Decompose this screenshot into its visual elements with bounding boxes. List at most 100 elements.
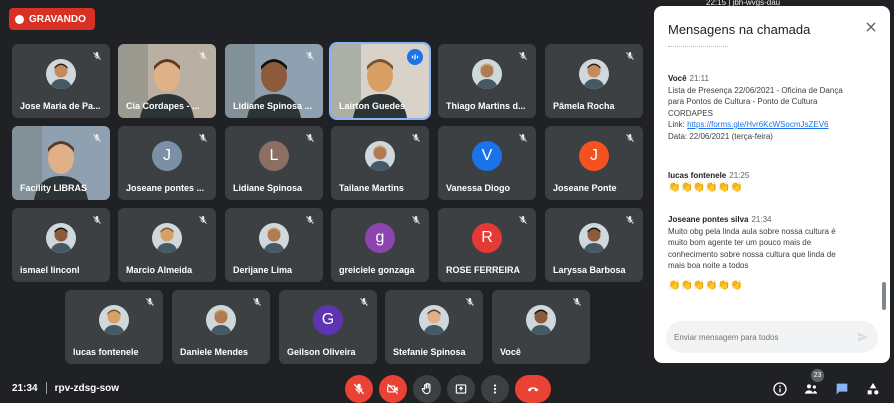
message-time: 21:25 bbox=[729, 171, 750, 180]
participant-tile[interactable]: lucas fontenele bbox=[65, 290, 163, 364]
participant-tile[interactable]: Facility LIBRAS bbox=[12, 126, 110, 200]
clap-emoji-row: 👏👏👏👏👏👏 bbox=[668, 181, 743, 193]
participant-tile[interactable]: G Geilson Oliveira bbox=[279, 290, 377, 364]
participant-name: Marcio Almeida bbox=[126, 265, 193, 275]
message-line: Lista de Presença 22/06/2021 - Oficina d… bbox=[668, 85, 843, 95]
mic-off-icon bbox=[197, 213, 209, 225]
chat-button[interactable] bbox=[833, 380, 851, 398]
participant-tile[interactable]: Thiago Martins d... bbox=[438, 44, 536, 118]
people-button[interactable] bbox=[802, 380, 820, 398]
chat-input[interactable] bbox=[674, 327, 849, 347]
mic-off-icon bbox=[624, 131, 636, 143]
participant-tile[interactable]: Você bbox=[492, 290, 590, 364]
more-options-button[interactable] bbox=[481, 375, 509, 403]
activities-button[interactable] bbox=[864, 380, 882, 398]
chat-scrollbar[interactable] bbox=[882, 282, 886, 310]
present-icon bbox=[455, 384, 467, 394]
end-call-icon bbox=[527, 387, 539, 392]
participant-tile[interactable]: g greiciele gonzaga bbox=[331, 208, 429, 282]
avatar-letter: J bbox=[579, 141, 609, 171]
participant-name: Lidiane Spinosa bbox=[233, 183, 303, 193]
participant-tile[interactable]: R ROSE FERREIRA bbox=[438, 208, 536, 282]
camera-toggle-button[interactable] bbox=[379, 375, 407, 403]
participant-name: Cia Cordapes - ... bbox=[126, 101, 200, 111]
participant-tile[interactable]: Cia Cordapes - ... bbox=[118, 44, 216, 118]
message-sender: Joseane pontes silva bbox=[668, 215, 749, 224]
avatar bbox=[419, 305, 449, 335]
present-button[interactable] bbox=[447, 375, 475, 403]
avatar-letter: g bbox=[365, 223, 395, 253]
mic-off-icon bbox=[571, 295, 583, 307]
mic-off-icon bbox=[517, 131, 529, 143]
participant-name: Lidiane Spinosa ... bbox=[233, 101, 313, 111]
avatar bbox=[206, 305, 236, 335]
message-time: 21:34 bbox=[751, 215, 772, 224]
avatar bbox=[99, 305, 129, 335]
mic-off-icon bbox=[144, 295, 156, 307]
raise-hand-button[interactable] bbox=[413, 375, 441, 403]
participant-tile[interactable]: Marcio Almeida bbox=[118, 208, 216, 282]
participant-tile[interactable]: Derijane Lima bbox=[225, 208, 323, 282]
meeting-info: 21:34 rpv-zdsg-sow bbox=[12, 382, 119, 394]
mic-off-icon bbox=[304, 213, 316, 225]
participant-name: Derijane Lima bbox=[233, 265, 293, 275]
participant-tile[interactable]: ismael linconl bbox=[12, 208, 110, 282]
participant-tile[interactable]: Tailane Martins bbox=[331, 126, 429, 200]
participant-tile[interactable]: Laryssa Barbosa bbox=[545, 208, 643, 282]
avatar-letter: G bbox=[313, 305, 343, 335]
participant-tile[interactable]: Jose Maria de Pa... bbox=[12, 44, 110, 118]
participant-tile[interactable]: Stefanie Spinosa bbox=[385, 290, 483, 364]
participant-tile[interactable]: Lairton Guedes bbox=[329, 42, 431, 120]
participant-tile[interactable]: Lidiane Spinosa ... bbox=[225, 44, 323, 118]
mic-toggle-button[interactable] bbox=[345, 375, 373, 403]
participant-name: Thiago Martins d... bbox=[446, 101, 526, 111]
participant-tile[interactable]: Pâmela Rocha bbox=[545, 44, 643, 118]
info-button[interactable] bbox=[771, 380, 789, 398]
participant-tile[interactable]: Daniele Mendes bbox=[172, 290, 270, 364]
message-line: conhecimento sobre nossa cultura que lin… bbox=[668, 249, 836, 259]
camera-off-icon bbox=[387, 383, 399, 395]
chat-input-wrap bbox=[666, 321, 878, 353]
message-sender: Você bbox=[668, 74, 687, 83]
mic-off-icon bbox=[517, 213, 529, 225]
end-call-button[interactable] bbox=[515, 375, 551, 403]
avatar bbox=[472, 59, 502, 89]
participant-name: Joseane Ponte bbox=[553, 183, 617, 193]
mic-off-icon bbox=[624, 213, 636, 225]
send-button[interactable] bbox=[856, 330, 870, 344]
meeting-code[interactable]: rpv-zdsg-sow bbox=[55, 383, 119, 394]
participant-name: Facility LIBRAS bbox=[20, 183, 88, 193]
message-time: 21:11 bbox=[689, 74, 709, 83]
message-line: Data: 22/06/2021 (terça-feira) bbox=[668, 131, 773, 141]
info-icon bbox=[773, 382, 787, 396]
record-dot-icon bbox=[15, 14, 24, 24]
chat-icon bbox=[836, 383, 848, 395]
people-icon bbox=[805, 384, 817, 394]
raise-hand-icon bbox=[421, 382, 431, 395]
participant-tile[interactable]: J Joseane pontes ... bbox=[118, 126, 216, 200]
participant-count-badge: 23 bbox=[811, 369, 824, 382]
message-line: CORDAPES bbox=[668, 108, 713, 118]
divider bbox=[45, 382, 47, 394]
participant-tile[interactable]: V Vanessa Diogo bbox=[438, 126, 536, 200]
activities-icon bbox=[867, 383, 879, 395]
avatar-letter: L bbox=[259, 141, 289, 171]
participant-name: Você bbox=[500, 347, 521, 357]
chat-panel: Mensagens na chamada Você 21:11 Lista de … bbox=[654, 6, 890, 363]
close-chat-button[interactable] bbox=[864, 20, 878, 34]
meet-stage: 22:15 | jbh-wvgs-dau GRAVANDO Jose Maria… bbox=[0, 0, 894, 403]
participant-name: Jose Maria de Pa... bbox=[20, 101, 101, 111]
message-line: Muito obg pela linda aula sobre nossa cu… bbox=[668, 226, 836, 236]
meeting-time: 21:34 bbox=[12, 382, 38, 394]
close-icon bbox=[866, 22, 876, 32]
participant-tile[interactable]: L Lidiane Spinosa bbox=[225, 126, 323, 200]
recording-badge: GRAVANDO bbox=[9, 8, 95, 30]
message-line: para Pontos de Cultura - Ponto de Cultur… bbox=[668, 97, 818, 106]
chat-message: lucas fontenele 21:25 👏👏👏👏👏👏 bbox=[668, 170, 878, 193]
avatar bbox=[152, 223, 182, 253]
form-link[interactable]: https://forms.gle/Hvr6KcWSocmJsZEV6 bbox=[687, 120, 828, 129]
mic-off-icon bbox=[464, 295, 476, 307]
mic-off-icon bbox=[410, 213, 422, 225]
participant-tile[interactable]: J Joseane Ponte bbox=[545, 126, 643, 200]
avatar-letter: V bbox=[472, 141, 502, 171]
